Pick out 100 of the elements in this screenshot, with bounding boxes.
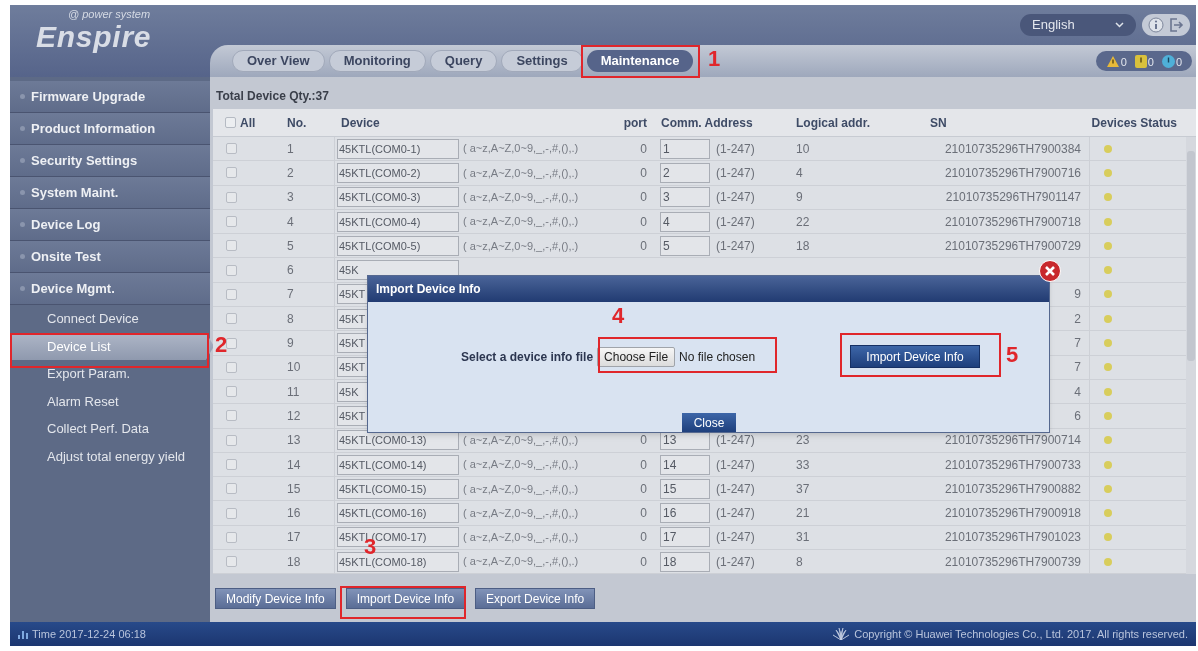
scrollbar[interactable]: [1186, 137, 1196, 575]
alarm-count[interactable]: 0: [1120, 56, 1127, 68]
logout-icon[interactable]: [1168, 17, 1184, 33]
table-cell: 3: [275, 185, 335, 209]
status-time: Time 2017-12-24 06:18: [32, 626, 146, 642]
button[interactable]: Modify Device Info: [215, 588, 336, 610]
checkbox[interactable]: [226, 531, 237, 543]
checkbox[interactable]: [226, 410, 237, 422]
tab[interactable]: Settings: [501, 50, 583, 72]
checkbox[interactable]: [226, 216, 237, 228]
alarm-count[interactable]: 0: [1147, 56, 1154, 68]
range-hint: (1-247): [716, 505, 755, 523]
button[interactable]: Import Device Info: [345, 588, 466, 610]
device-field[interactable]: 45KTL(COM0-5): [337, 235, 459, 256]
sidebar-section[interactable]: Onsite Test: [10, 241, 210, 273]
close-icon[interactable]: [1039, 260, 1061, 282]
device-field[interactable]: 45KTL(COM0-3): [337, 187, 459, 208]
table-cell-text: 0: [639, 529, 648, 547]
format-hint: ( a~z,A~Z,0~9,_,-,#,(),.): [463, 238, 579, 254]
checkbox[interactable]: [226, 386, 237, 398]
table-cell-text: 7: [1074, 359, 1081, 377]
bullet-icon: [20, 286, 25, 291]
address-field[interactable]: 2: [660, 162, 710, 183]
language-dropdown[interactable]: English: [1020, 14, 1136, 36]
alarm-count[interactable]: 0: [1175, 56, 1182, 68]
table-cell-text: 21010735296TH7900714: [944, 432, 1081, 450]
checkbox[interactable]: [226, 288, 237, 300]
range-hint: (1-247): [716, 553, 755, 571]
checkbox[interactable]: [226, 167, 237, 179]
status-dot-icon: [1104, 168, 1112, 177]
tab[interactable]: Monitoring: [328, 50, 426, 72]
status-dot-icon: [1104, 193, 1112, 202]
choose-file-button[interactable]: Choose File: [597, 347, 676, 367]
status-dot-icon: [1104, 533, 1112, 542]
address-field[interactable]: 16: [660, 503, 710, 524]
checkbox-label: All: [240, 114, 256, 132]
device-field[interactable]: 45KTL(COM0-14): [337, 454, 459, 475]
chevron-down-icon: [1115, 22, 1124, 28]
address-field[interactable]: 3: [660, 187, 710, 208]
address-field[interactable]: 4: [660, 211, 710, 232]
file-input[interactable]: Choose File No file chosen: [597, 347, 756, 367]
table-cell: 5: [275, 234, 335, 258]
address-field[interactable]: 5: [660, 235, 710, 256]
checkbox[interactable]: [225, 117, 236, 128]
sidebar-section[interactable]: Device Log: [10, 209, 210, 241]
address-field[interactable]: 15: [660, 478, 710, 499]
sidebar-item[interactable]: Collect Perf. Data: [10, 415, 210, 443]
address-field[interactable]: 18: [660, 551, 710, 572]
device-field[interactable]: 45KTL(COM0-16): [337, 503, 459, 524]
sidebar-item[interactable]: Export Param.: [10, 360, 210, 388]
sidebar-item[interactable]: Alarm Reset: [10, 387, 210, 415]
checkbox[interactable]: [226, 361, 237, 373]
close-button[interactable]: Close: [682, 413, 736, 432]
total-count-label: Total Device Qty.:37: [215, 88, 329, 105]
address-field[interactable]: 1: [660, 138, 710, 159]
tab[interactable]: Over View: [232, 50, 325, 72]
checkbox[interactable]: [226, 434, 237, 446]
range-hint: (1-247): [716, 164, 755, 182]
table-cell: 2: [275, 161, 335, 185]
device-field[interactable]: 45KTL(COM0-1): [337, 138, 459, 159]
address-field[interactable]: 14: [660, 454, 710, 475]
sidebar-section[interactable]: System Maint.: [10, 177, 210, 209]
sidebar-section[interactable]: Product Information: [10, 113, 210, 145]
checkbox[interactable]: [226, 264, 237, 276]
tab[interactable]: Maintenance: [586, 50, 694, 72]
sidebar-section[interactable]: Firmware Upgrade: [10, 81, 210, 113]
button[interactable]: Export Device Info: [475, 588, 596, 610]
import-button[interactable]: Import Device Info: [850, 345, 980, 368]
column-header: port: [622, 114, 648, 132]
table-cell-text: 21010735296TH7901023: [944, 529, 1081, 547]
sidebar-section[interactable]: Device Mgmt.: [10, 273, 210, 305]
sidebar-item[interactable]: Connect Device: [10, 305, 210, 333]
column-header: Logical addr.: [795, 114, 871, 132]
table-cell-text: 0: [639, 480, 648, 498]
table-cell: 15: [275, 477, 335, 501]
format-hint: ( a~z,A~Z,0~9,_,-,#,(),.): [463, 432, 579, 448]
info-icon[interactable]: [1148, 17, 1164, 33]
sidebar-section[interactable]: Security Settings: [10, 145, 210, 177]
table-cell-text: 10: [795, 140, 811, 158]
table-cell-text: 21010735296TH7900729: [944, 237, 1081, 255]
format-hint: ( a~z,A~Z,0~9,_,-,#,(),.): [463, 141, 579, 157]
device-field[interactable]: 45KTL(COM0-2): [337, 162, 459, 183]
range-hint: (1-247): [716, 140, 755, 158]
checkbox[interactable]: [226, 191, 237, 203]
address-field[interactable]: 17: [660, 527, 710, 548]
checkbox[interactable]: [226, 459, 237, 470]
table-cell-text: 21: [795, 505, 811, 523]
checkbox[interactable]: [226, 143, 237, 155]
status-dot-icon: [1104, 411, 1112, 420]
checkbox[interactable]: [226, 507, 237, 519]
sidebar-item[interactable]: Adjust total energy yield: [10, 442, 210, 470]
format-hint: ( a~z,A~Z,0~9,_,-,#,(),.): [463, 530, 579, 546]
checkbox[interactable]: [226, 313, 237, 325]
device-field[interactable]: 45KTL(COM0-15): [337, 478, 459, 499]
tab[interactable]: Query: [429, 50, 498, 72]
checkbox[interactable]: [226, 556, 237, 568]
checkbox[interactable]: [226, 240, 237, 252]
checkbox[interactable]: [226, 483, 237, 495]
device-field[interactable]: 45KTL(COM0-4): [337, 211, 459, 232]
checkbox[interactable]: [226, 337, 237, 349]
